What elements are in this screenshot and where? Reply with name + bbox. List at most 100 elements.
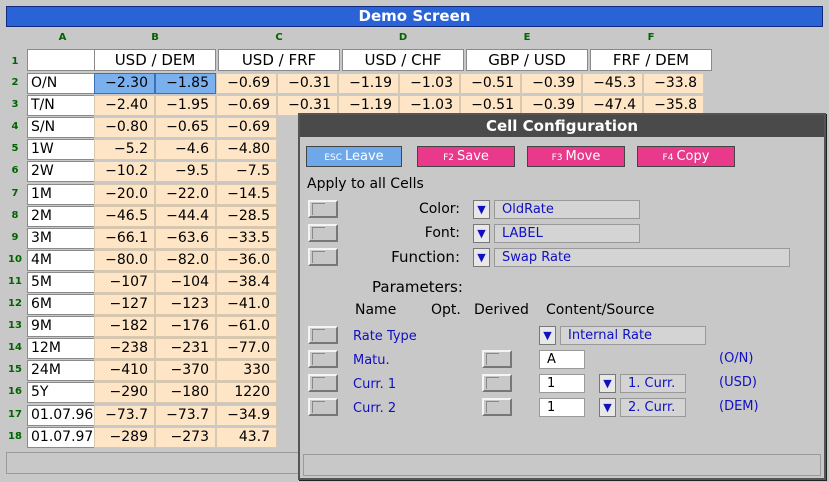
row-label[interactable]: 2M — [27, 205, 98, 227]
data-cell[interactable]: −4.80 — [216, 139, 277, 161]
font-dropdown-icon[interactable]: ▼ — [473, 224, 490, 243]
column-header[interactable]: USD / CHF — [342, 49, 464, 71]
data-cell[interactable]: −9.5 — [155, 161, 216, 183]
data-cell[interactable]: −0.69 — [216, 73, 277, 94]
matu-opt-checkbox[interactable] — [308, 350, 338, 368]
curr1-derived-checkbox[interactable] — [482, 374, 512, 392]
column-header[interactable]: USD / FRF — [218, 49, 340, 71]
data-cell[interactable]: −290 — [94, 382, 155, 404]
data-cell[interactable]: −61.0 — [216, 316, 277, 338]
data-cell[interactable]: −10.2 — [94, 161, 155, 183]
data-cell[interactable]: −33.5 — [216, 227, 277, 249]
data-cell[interactable]: −36.0 — [216, 249, 277, 271]
data-cell[interactable]: −38.4 — [216, 271, 277, 293]
data-cell[interactable]: −0.69 — [216, 95, 277, 117]
row-label[interactable]: 5Y — [27, 382, 98, 404]
data-cell[interactable]: −66.1 — [94, 227, 155, 249]
data-cell[interactable]: −34.9 — [216, 404, 277, 426]
data-cell[interactable]: −410 — [94, 360, 155, 382]
function-dropdown-icon[interactable]: ▼ — [473, 248, 490, 267]
curr1-field[interactable]: 1 — [539, 374, 585, 393]
row-label[interactable]: 2W — [27, 161, 98, 183]
data-cell[interactable]: −0.31 — [277, 73, 338, 94]
data-cell[interactable]: −0.80 — [94, 117, 155, 139]
rate-type-field[interactable]: Internal Rate — [560, 326, 706, 345]
row-label[interactable]: 24M — [27, 360, 98, 382]
data-cell[interactable]: −127 — [94, 294, 155, 315]
font-apply-checkbox[interactable] — [308, 224, 338, 242]
column-header[interactable]: USD / DEM — [94, 49, 216, 71]
copy-button[interactable]: F4 Copy — [637, 146, 735, 167]
data-cell[interactable]: −0.69 — [216, 117, 277, 139]
curr2-opt-checkbox[interactable] — [308, 398, 338, 416]
row-label[interactable]: 3M — [27, 227, 98, 249]
data-cell[interactable]: −0.39 — [521, 73, 582, 94]
function-field[interactable]: Swap Rate — [494, 248, 790, 267]
data-cell[interactable]: −73.7 — [94, 404, 155, 426]
rate-type-opt-checkbox[interactable] — [308, 326, 338, 344]
data-cell[interactable]: −4.6 — [155, 139, 216, 161]
data-cell[interactable]: −7.5 — [216, 161, 277, 183]
row-label[interactable]: S/N — [27, 117, 98, 139]
save-button[interactable]: F2 Save — [417, 146, 515, 167]
data-cell[interactable]: −180 — [155, 382, 216, 404]
data-cell[interactable]: 1220 — [216, 382, 277, 404]
leave-button[interactable]: ESC Leave — [306, 146, 402, 167]
function-apply-checkbox[interactable] — [308, 248, 338, 266]
data-cell[interactable]: −107 — [94, 271, 155, 293]
curr1-source-field[interactable]: 1. Curr. — [620, 374, 686, 393]
data-cell[interactable]: −73.7 — [155, 404, 216, 426]
data-cell[interactable]: −22.0 — [155, 183, 216, 205]
row-label[interactable]: 01.07.96 — [27, 404, 98, 426]
corner-cell[interactable] — [27, 49, 98, 71]
data-cell[interactable]: 330 — [216, 360, 277, 382]
row-label[interactable]: 1M — [27, 183, 98, 205]
data-cell[interactable]: −2.40 — [94, 95, 155, 117]
data-cell[interactable]: −45.3 — [582, 73, 643, 94]
color-field[interactable]: OldRate — [494, 200, 640, 219]
row-label[interactable]: O/N — [27, 73, 98, 94]
curr1-opt-checkbox[interactable] — [308, 374, 338, 392]
data-cell[interactable]: −44.4 — [155, 205, 216, 227]
data-cell[interactable]: −46.5 — [94, 205, 155, 227]
row-label[interactable]: 9M — [27, 316, 98, 338]
curr1-dropdown-icon[interactable]: ▼ — [599, 374, 616, 393]
data-cell[interactable]: −231 — [155, 338, 216, 360]
curr2-source-field[interactable]: 2. Curr. — [620, 398, 686, 417]
data-cell[interactable]: −14.5 — [216, 183, 277, 205]
data-cell[interactable]: −80.0 — [94, 249, 155, 271]
data-cell[interactable]: −370 — [155, 360, 216, 382]
move-button[interactable]: F3 Move — [527, 146, 625, 167]
data-cell[interactable]: −238 — [94, 338, 155, 360]
color-dropdown-icon[interactable]: ▼ — [473, 200, 490, 219]
data-cell[interactable]: −1.19 — [338, 73, 399, 94]
data-cell[interactable]: −289 — [94, 426, 155, 448]
data-cell[interactable]: −5.2 — [94, 139, 155, 161]
rate-type-dropdown-icon[interactable]: ▼ — [539, 326, 556, 345]
curr2-field[interactable]: 1 — [539, 398, 585, 417]
row-label[interactable]: 4M — [27, 249, 98, 271]
column-header[interactable]: FRF / DEM — [590, 49, 712, 71]
data-cell[interactable]: −1.03 — [399, 73, 460, 94]
row-label[interactable]: 12M — [27, 338, 98, 360]
data-cell[interactable]: −0.65 — [155, 117, 216, 139]
data-cell[interactable]: −0.51 — [460, 73, 521, 94]
data-cell[interactable]: −77.0 — [216, 338, 277, 360]
data-cell[interactable]: −20.0 — [94, 183, 155, 205]
color-apply-checkbox[interactable] — [308, 200, 338, 218]
curr2-dropdown-icon[interactable]: ▼ — [599, 398, 616, 417]
data-cell[interactable]: −41.0 — [216, 294, 277, 315]
data-cell[interactable]: −123 — [155, 294, 216, 315]
data-cell[interactable]: −104 — [155, 271, 216, 293]
row-label[interactable]: 6M — [27, 294, 98, 315]
matu-derived-checkbox[interactable] — [482, 350, 512, 368]
data-cell[interactable]: 43.7 — [216, 426, 277, 448]
font-field[interactable]: LABEL — [494, 224, 640, 243]
column-header[interactable]: GBP / USD — [466, 49, 588, 71]
curr2-derived-checkbox[interactable] — [482, 398, 512, 416]
row-label[interactable]: 5M — [27, 271, 98, 293]
data-cell[interactable]: −2.30 — [94, 73, 155, 94]
data-cell[interactable]: −33.8 — [643, 73, 704, 94]
matu-field[interactable]: A — [539, 350, 585, 369]
data-cell[interactable]: −1.85 — [155, 73, 216, 94]
